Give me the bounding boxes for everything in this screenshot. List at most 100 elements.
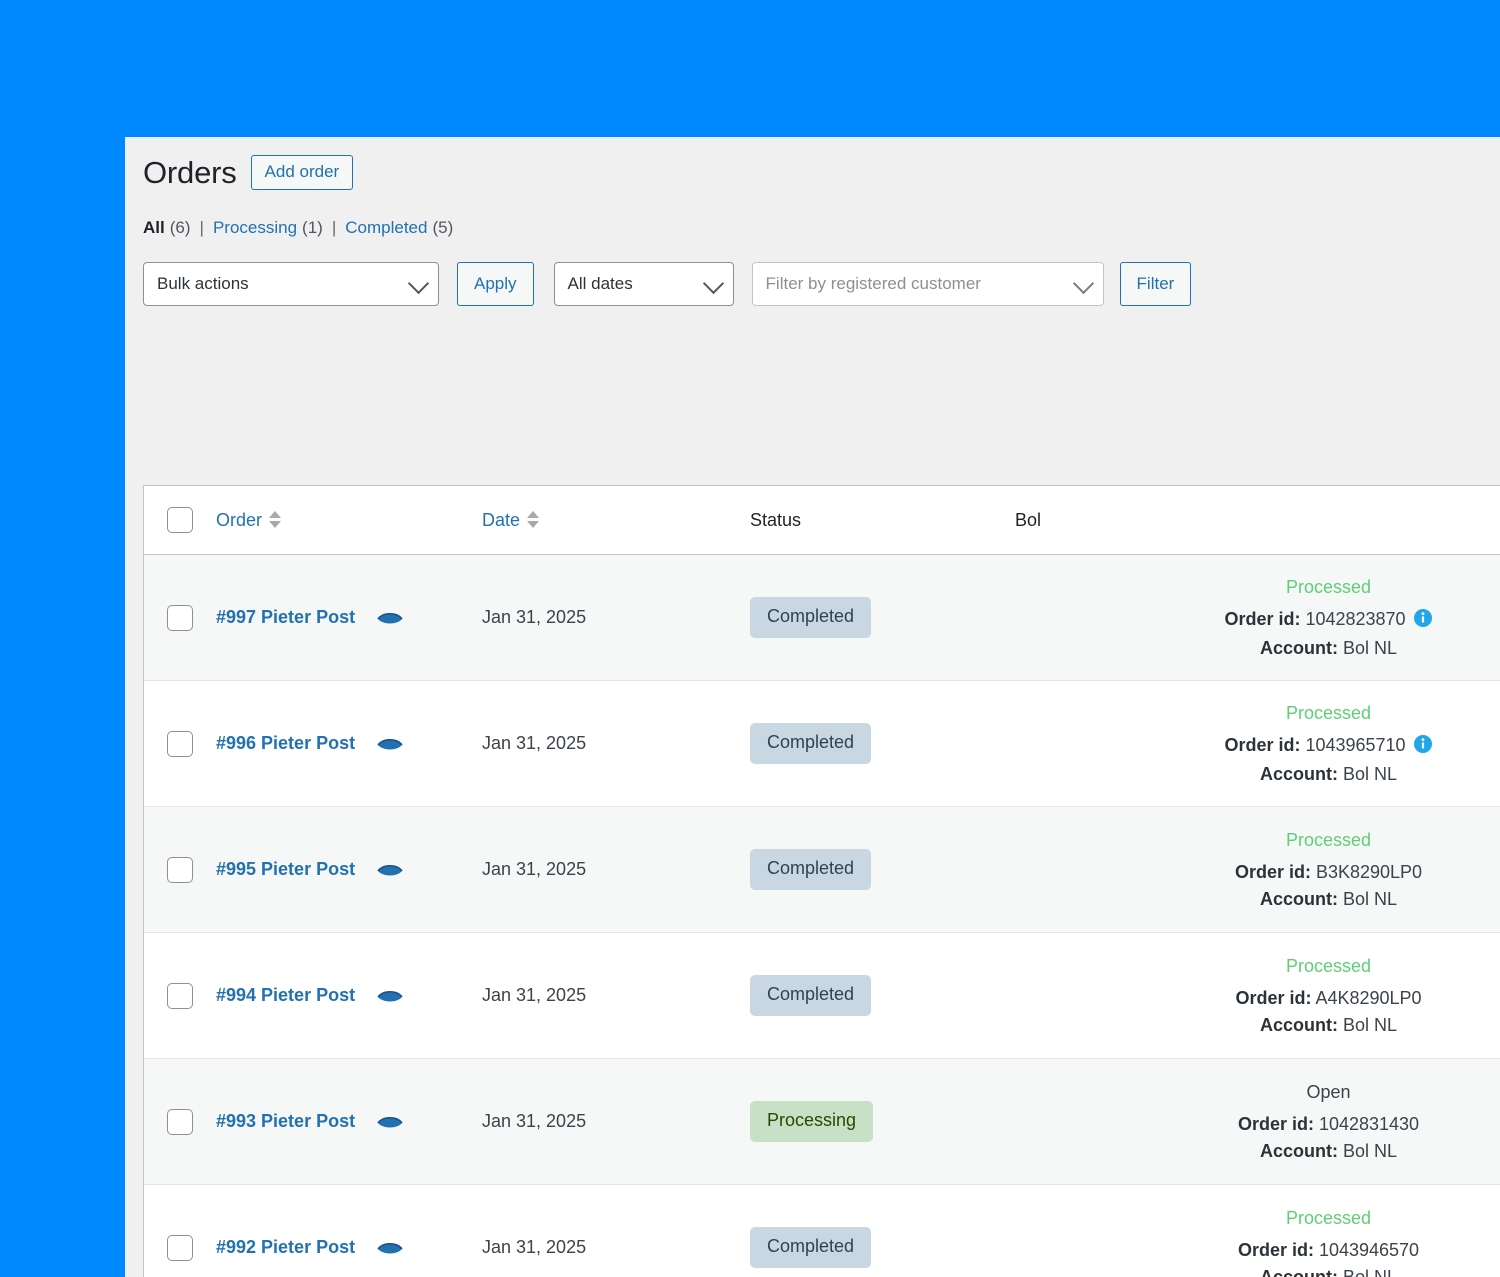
status-filter-links: All(6) | Processing(1) | Completed(5) — [143, 218, 1500, 238]
table-row: #997 Pieter Post Jan 31, 2025CompletedPro… — [144, 555, 1500, 681]
status-link-processing-count: (1) — [302, 218, 323, 237]
order-link[interactable]: #995 Pieter Post — [216, 859, 355, 880]
column-header-date[interactable]: Date — [482, 486, 750, 554]
status-badge: Completed — [750, 849, 871, 891]
info-icon[interactable] — [1413, 734, 1433, 761]
bulk-actions-value: Bulk actions — [144, 274, 287, 294]
row-select-cell — [144, 555, 216, 680]
bol-cell: ProcessedOrder id: 1043946570Account: Bo… — [1015, 1185, 1500, 1277]
eye-icon[interactable] — [377, 1240, 403, 1256]
column-header-order-label[interactable]: Order — [216, 510, 262, 531]
order-link[interactable]: #992 Pieter Post — [216, 1237, 355, 1258]
date-filter-select[interactable]: All dates — [554, 262, 734, 306]
status-link-all-label[interactable]: All — [143, 218, 165, 237]
status-link-completed-count: (5) — [432, 218, 453, 237]
filter-button[interactable]: Filter — [1120, 262, 1192, 306]
date-cell: Jan 31, 2025 — [482, 807, 750, 932]
status-link-completed-label[interactable]: Completed — [345, 218, 427, 237]
bol-account-line: Account: Bol NL — [1260, 635, 1397, 661]
row-select-cell — [144, 681, 216, 806]
select-all-checkbox[interactable] — [167, 507, 193, 533]
status-link-separator-1: | — [200, 218, 204, 238]
column-header-bol-label: Bol — [1015, 510, 1041, 531]
order-date: Jan 31, 2025 — [482, 859, 586, 880]
status-badge: Completed — [750, 723, 871, 765]
chevron-down-icon — [702, 273, 723, 294]
bol-state: Processed — [1286, 827, 1371, 854]
add-order-button[interactable]: Add order — [251, 155, 354, 190]
bol-order-id-line: Order id: B3K8290LP0 — [1235, 859, 1422, 885]
row-checkbox[interactable] — [167, 605, 193, 631]
status-link-completed[interactable]: Completed (5) — [345, 218, 453, 238]
chevron-down-icon — [408, 273, 429, 294]
status-cell: Completed — [750, 1185, 1015, 1277]
bol-account-line: Account: Bol NL — [1260, 1264, 1397, 1277]
column-header-order[interactable]: Order — [216, 486, 482, 554]
order-link[interactable]: #997 Pieter Post — [216, 607, 355, 628]
select-all-cell — [144, 486, 216, 554]
status-link-processing[interactable]: Processing (1) — [213, 218, 323, 238]
orders-admin-panel: Orders Add order All(6) | Processing(1) … — [125, 137, 1500, 1277]
row-checkbox[interactable] — [167, 857, 193, 883]
status-badge: Completed — [750, 1227, 871, 1269]
apply-button[interactable]: Apply — [457, 262, 534, 306]
status-link-all[interactable]: All(6) — [143, 218, 191, 238]
bol-account-line: Account: Bol NL — [1260, 1138, 1397, 1164]
status-link-processing-label[interactable]: Processing — [213, 218, 297, 237]
sort-arrows-icon[interactable] — [269, 511, 281, 528]
status-badge: Processing — [750, 1101, 873, 1143]
date-filter-value: All dates — [555, 274, 671, 294]
bol-state: Open — [1306, 1079, 1350, 1106]
customer-filter-select[interactable]: Filter by registered customer — [752, 262, 1104, 306]
order-date: Jan 31, 2025 — [482, 733, 586, 754]
orders-table: Order Date Status Bol #997 Pieter Post Ja… — [143, 485, 1500, 1277]
status-cell: Completed — [750, 681, 1015, 806]
order-link[interactable]: #996 Pieter Post — [216, 733, 355, 754]
row-select-cell — [144, 1059, 216, 1184]
table-row: #996 Pieter PostJan 31, 2025CompletedPro… — [144, 681, 1500, 807]
table-row: #994 Pieter PostJan 31, 2025CompletedPro… — [144, 933, 1500, 1059]
bol-cell: ProcessedOrder id: 1042823870Account: Bo… — [1015, 555, 1500, 680]
bulk-actions-select[interactable]: Bulk actions — [143, 262, 439, 306]
row-checkbox[interactable] — [167, 731, 193, 757]
date-cell: Jan 31, 2025 — [482, 1185, 750, 1277]
page-header: Orders Add order — [125, 137, 1500, 191]
sort-arrows-icon[interactable] — [527, 511, 539, 528]
order-cell: #996 Pieter Post — [216, 681, 482, 806]
eye-icon[interactable] — [377, 610, 403, 626]
bol-account-line: Account: Bol NL — [1260, 886, 1397, 912]
column-header-bol: Bol — [1015, 486, 1500, 554]
table-body: #997 Pieter PostJan 31, 2025CompletedPro… — [144, 555, 1500, 1277]
row-checkbox[interactable] — [167, 1235, 193, 1261]
table-toolbar: Bulk actions Apply All dates Filter by r… — [143, 262, 1500, 306]
date-cell: Jan 31, 2025 — [482, 555, 750, 680]
order-date: Jan 31, 2025 — [482, 1237, 586, 1258]
row-checkbox[interactable] — [167, 983, 193, 1009]
order-cell: #993 Pieter Post — [216, 1059, 482, 1184]
order-cell: #994 Pieter Post — [216, 933, 482, 1058]
bol-cell: Processed Order id: B3K8290LP0Account: Bo… — [1015, 807, 1500, 932]
table-row: #993 Pieter PostJan 31, 2025ProcessingOp… — [144, 1059, 1500, 1185]
eye-icon[interactable] — [377, 1114, 403, 1130]
order-cell: #992 Pieter Post — [216, 1185, 482, 1277]
bol-order-id-line: Order id: 1042823870 — [1224, 606, 1432, 635]
column-header-status-label: Status — [750, 510, 801, 531]
eye-icon[interactable] — [377, 736, 403, 752]
eye-icon[interactable] — [377, 862, 403, 878]
row-checkbox[interactable] — [167, 1109, 193, 1135]
order-link[interactable]: #994 Pieter Post — [216, 985, 355, 1006]
bol-state: Processed — [1286, 953, 1371, 980]
order-date: Jan 31, 2025 — [482, 985, 586, 1006]
column-header-date-label[interactable]: Date — [482, 510, 520, 531]
order-link[interactable]: #993 Pieter Post — [216, 1111, 355, 1132]
eye-icon[interactable] — [377, 988, 403, 1004]
bol-order-id-line: Order id: 1043946570 — [1238, 1237, 1419, 1263]
date-cell: Jan 31, 2025 — [482, 933, 750, 1058]
order-cell: #997 Pieter Post — [216, 555, 482, 680]
customer-filter-placeholder: Filter by registered customer — [753, 274, 1019, 294]
status-cell: Completed — [750, 555, 1015, 680]
bol-account-line: Account: Bol NL — [1260, 761, 1397, 787]
row-select-cell — [144, 807, 216, 932]
table-row: #992 Pieter Post Jan 31, 2025 Completed Pro… — [144, 1185, 1500, 1277]
info-icon[interactable] — [1413, 608, 1433, 635]
